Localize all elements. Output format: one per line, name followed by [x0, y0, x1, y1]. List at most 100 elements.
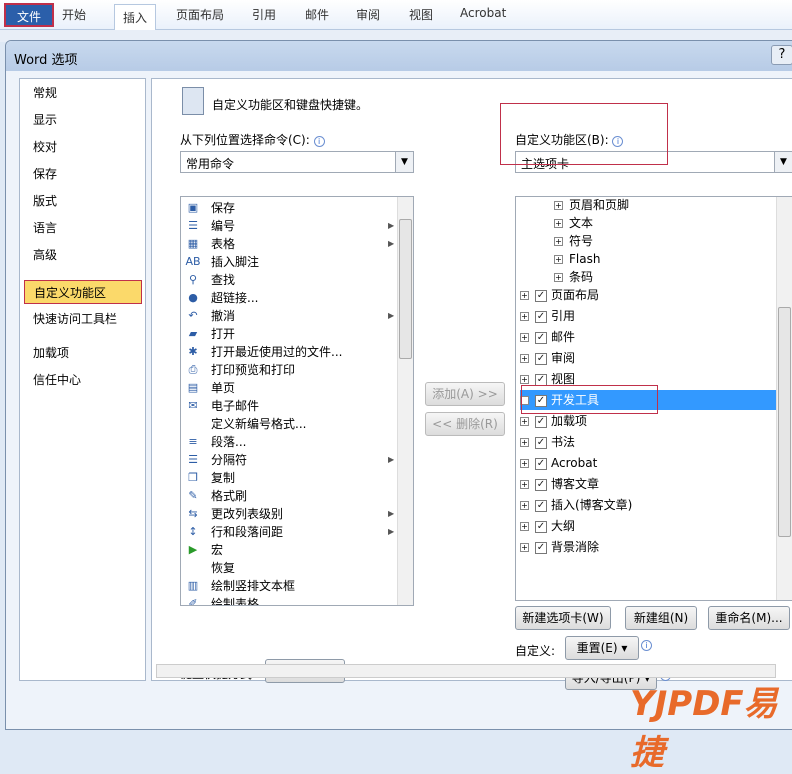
- tree-item[interactable]: + ✓ Acrobat: [520, 453, 597, 473]
- title-bar[interactable]: Word 选项 ?: [6, 41, 792, 71]
- tab-8[interactable]: Acrobat: [460, 6, 506, 20]
- expand-icon[interactable]: +: [520, 459, 529, 468]
- rename-button[interactable]: 重命名(M)...: [708, 606, 790, 630]
- expand-icon[interactable]: +: [520, 543, 529, 552]
- nav-item[interactable]: 常规: [20, 81, 145, 105]
- tab-0[interactable]: 文件: [4, 3, 54, 27]
- expand-icon[interactable]: +: [520, 501, 529, 510]
- scrollbar[interactable]: [397, 197, 413, 605]
- checkbox[interactable]: ✓: [535, 457, 547, 470]
- remove-button[interactable]: << 删除(R): [425, 412, 505, 436]
- command-item[interactable]: 定义新编号格式...: [185, 415, 395, 433]
- checkbox[interactable]: ✓: [535, 520, 547, 533]
- command-item[interactable]: ✐ 绘制表格: [185, 595, 395, 605]
- command-item[interactable]: ▦ 表格 ▶: [185, 235, 395, 253]
- command-item[interactable]: ⚲ 查找: [185, 271, 395, 289]
- command-item[interactable]: ⇆ 更改列表级别 ▶: [185, 505, 395, 523]
- expand-icon[interactable]: +: [554, 219, 563, 228]
- find-icon: ⚲: [188, 273, 198, 286]
- expand-icon[interactable]: +: [520, 417, 529, 426]
- new-group-button[interactable]: 新建组(N): [625, 606, 697, 630]
- checkbox[interactable]: ✓: [535, 436, 547, 449]
- checkbox[interactable]: ✓: [535, 352, 547, 365]
- tab-2[interactable]: 插入: [114, 4, 157, 30]
- commands-list[interactable]: ▣ 保存 ☰ 编号 ▶ ▦ 表格 ▶ AB 插入脚注 ⚲ 查找 ● 超链接... ↶ 撤消 ▶ ▰ 打开 ✱ 打开最近使…: [180, 196, 414, 606]
- expand-icon[interactable]: +: [554, 273, 563, 282]
- command-item[interactable]: ▥ 绘制竖排文本框: [185, 577, 395, 595]
- expand-icon[interactable]: +: [520, 333, 529, 342]
- expand-icon[interactable]: +: [520, 438, 529, 447]
- checkbox[interactable]: ✓: [535, 331, 547, 344]
- expand-icon[interactable]: +: [520, 291, 529, 300]
- choose-commands-select[interactable]: 常用命令 ▼: [180, 151, 414, 173]
- tree-subitem[interactable]: + Flash: [554, 249, 600, 269]
- expand-icon[interactable]: +: [520, 375, 529, 384]
- command-item[interactable]: ≡ 段落...: [185, 433, 395, 451]
- expand-icon[interactable]: +: [520, 522, 529, 531]
- nav-item[interactable]: 版式: [20, 189, 145, 213]
- expand-icon[interactable]: +: [520, 354, 529, 363]
- tree-item[interactable]: + ✓ 审阅: [520, 348, 575, 368]
- scrollbar[interactable]: [776, 197, 792, 600]
- tree-subitem[interactable]: + 符号: [554, 231, 593, 251]
- nav-item[interactable]: 信任中心: [20, 368, 145, 392]
- command-item[interactable]: ▶ 宏: [185, 541, 395, 559]
- tree-item[interactable]: + ✓ 背景消除: [520, 537, 599, 557]
- nav-item[interactable]: 语言: [20, 216, 145, 240]
- command-item[interactable]: ▰ 打开: [185, 325, 395, 343]
- command-item[interactable]: 恢复: [185, 559, 395, 577]
- tree-item[interactable]: + ✓ 引用: [520, 306, 575, 326]
- expand-icon[interactable]: +: [554, 201, 563, 210]
- help-button[interactable]: ?: [771, 45, 792, 65]
- command-item[interactable]: ☰ 编号 ▶: [185, 217, 395, 235]
- tree-item[interactable]: + ✓ 邮件: [520, 327, 575, 347]
- reset-button[interactable]: 重置(E) ▾: [565, 636, 639, 660]
- expand-icon[interactable]: +: [554, 237, 563, 246]
- tree-item[interactable]: + ✓ 加载项: [520, 411, 587, 431]
- checkbox[interactable]: ✓: [535, 415, 547, 428]
- command-item[interactable]: ✎ 格式刷: [185, 487, 395, 505]
- tree-item[interactable]: + ✓ 页面布局: [520, 285, 599, 305]
- checkbox[interactable]: ✓: [535, 289, 547, 302]
- tree-item[interactable]: + ✓ 大纲: [520, 516, 575, 536]
- checkbox[interactable]: ✓: [535, 499, 547, 512]
- tree-subitem[interactable]: + 文本: [554, 213, 593, 233]
- nav-item[interactable]: 校对: [20, 135, 145, 159]
- command-item[interactable]: ▣ 保存: [185, 199, 395, 217]
- add-button[interactable]: 添加(A) >>: [425, 382, 505, 406]
- command-item[interactable]: ❐ 复制: [185, 469, 395, 487]
- nav-item[interactable]: 保存: [20, 162, 145, 186]
- command-item[interactable]: ↕ 行和段落间距 ▶: [185, 523, 395, 541]
- command-item[interactable]: ⎙ 打印预览和打印: [185, 361, 395, 379]
- checkbox[interactable]: ✓: [535, 478, 547, 491]
- command-item[interactable]: ✉ 电子邮件: [185, 397, 395, 415]
- command-item[interactable]: ↶ 撤消 ▶: [185, 307, 395, 325]
- nav-item[interactable]: 显示: [20, 108, 145, 132]
- command-item[interactable]: ☰ 分隔符 ▶: [185, 451, 395, 469]
- checkbox[interactable]: ✓: [535, 541, 547, 554]
- tab-4[interactable]: 引用: [252, 6, 276, 23]
- tree-item[interactable]: + ✓ 博客文章: [520, 474, 599, 494]
- expand-icon[interactable]: +: [520, 312, 529, 321]
- command-item[interactable]: AB 插入脚注: [185, 253, 395, 271]
- tree-item[interactable]: + ✓ 书法: [520, 432, 575, 452]
- tree-subitem[interactable]: + 条码: [554, 267, 593, 287]
- command-item[interactable]: ▤ 单页: [185, 379, 395, 397]
- nav-item[interactable]: 加载项: [20, 341, 145, 365]
- nav-item[interactable]: 高级: [20, 243, 145, 267]
- nav-item[interactable]: 快速访问工具栏: [20, 307, 145, 331]
- expand-icon[interactable]: +: [520, 480, 529, 489]
- checkbox[interactable]: ✓: [535, 373, 547, 386]
- tab-1[interactable]: 开始: [62, 6, 86, 23]
- tab-5[interactable]: 邮件: [305, 6, 329, 23]
- checkbox[interactable]: ✓: [535, 310, 547, 323]
- command-item[interactable]: ● 超链接...: [185, 289, 395, 307]
- tab-7[interactable]: 视图: [409, 6, 433, 23]
- tab-6[interactable]: 审阅: [356, 6, 380, 23]
- tree-item[interactable]: + ✓ 插入(博客文章): [520, 495, 632, 515]
- command-item[interactable]: ✱ 打开最近使用过的文件...: [185, 343, 395, 361]
- tab-3[interactable]: 页面布局: [176, 6, 224, 23]
- nav-item[interactable]: 自定义功能区: [24, 280, 142, 304]
- expand-icon[interactable]: +: [554, 255, 563, 264]
- new-tab-button[interactable]: 新建选项卡(W): [515, 606, 611, 630]
